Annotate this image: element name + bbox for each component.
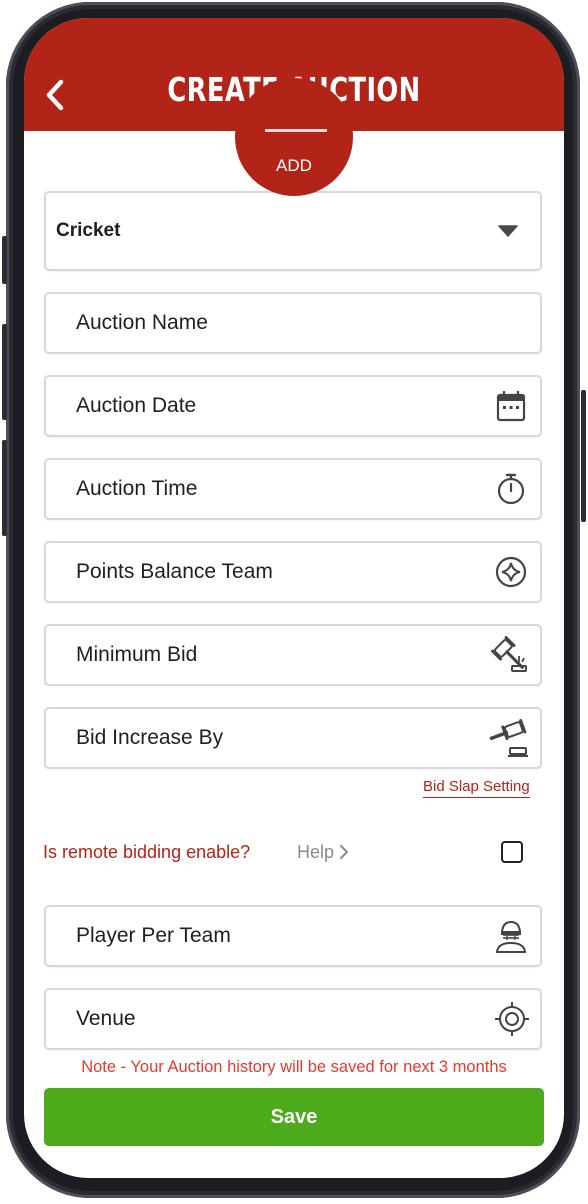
auction-time-placeholder: Auction Time (76, 477, 198, 500)
silent-switch (2, 440, 7, 536)
add-label: ADD (276, 156, 312, 175)
gavel-icon[interactable] (488, 718, 530, 758)
minimum-bid-field[interactable]: Minimum Bid (44, 624, 542, 686)
points-balance-team-placeholder: Points Balance Team (76, 560, 273, 583)
auction-name-placeholder: Auction Name (76, 311, 208, 334)
auction-time-field[interactable]: Auction Time (44, 458, 542, 520)
player-per-team-placeholder: Player Per Team (76, 924, 231, 947)
help-link[interactable]: Help (297, 842, 349, 863)
chevron-left-icon (46, 79, 64, 111)
sport-select-value: Cricket (56, 220, 121, 241)
auction-name-field[interactable]: Auction Name (44, 292, 542, 354)
history-note: Note - Your Auction history will be save… (81, 1058, 507, 1076)
auction-date-placeholder: Auction Date (76, 394, 197, 417)
gavel-bid-icon[interactable] (490, 635, 530, 675)
back-button[interactable] (38, 74, 72, 116)
caret-down-icon (498, 225, 518, 237)
help-label: Help (297, 842, 335, 862)
bid-increase-by-placeholder: Bid Increase By (76, 726, 224, 749)
venue-field[interactable]: Venue (44, 988, 542, 1050)
remote-bidding-question: Is remote bidding enable? (43, 842, 251, 862)
auction-date-field[interactable]: Auction Date (44, 375, 542, 437)
sparkle-circle-icon[interactable] (494, 555, 528, 589)
save-button[interactable]: Save (44, 1088, 544, 1146)
cricket-player-icon[interactable] (494, 918, 528, 954)
add-button[interactable]: ADD (235, 78, 353, 196)
calendar-icon[interactable] (494, 389, 528, 423)
points-balance-team-field[interactable]: Points Balance Team (44, 541, 542, 603)
venue-placeholder: Venue (76, 1007, 136, 1030)
minimum-bid-placeholder: Minimum Bid (76, 643, 198, 666)
sport-select[interactable]: Cricket (44, 191, 542, 271)
power-button (581, 390, 586, 522)
location-target-icon[interactable] (494, 1001, 530, 1037)
volume-up-button (2, 236, 7, 284)
stopwatch-icon[interactable] (494, 472, 528, 506)
bid-increase-by-field[interactable]: Bid Increase By (44, 707, 542, 769)
remote-bidding-checkbox[interactable] (501, 841, 523, 863)
player-per-team-field[interactable]: Player Per Team (44, 905, 542, 967)
chevron-right-icon (340, 845, 349, 859)
bid-slap-setting-link[interactable]: Bid Slap Setting (423, 778, 530, 798)
app-screen: CREATE AUCTION ADD Cricket Auction Name … (24, 18, 564, 1178)
volume-down-button (2, 324, 7, 420)
badge-divider (265, 129, 327, 132)
